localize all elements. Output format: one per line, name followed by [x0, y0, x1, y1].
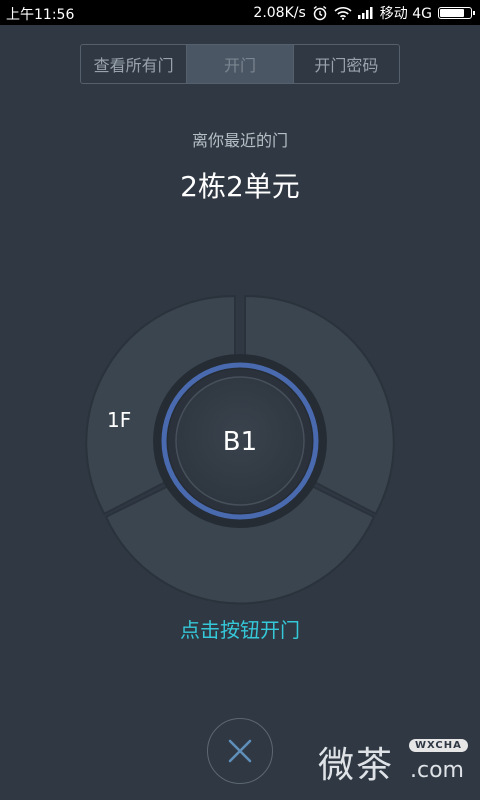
battery-level — [440, 9, 464, 17]
status-bar: 上午11:56 2.08K/s 移动 4G — [0, 0, 480, 25]
tab-door-password[interactable]: 开门密码 — [292, 45, 399, 83]
floor-dial — [85, 295, 395, 605]
close-button[interactable] — [207, 718, 273, 784]
watermark: 微茶 WXCHA .com — [318, 736, 480, 800]
wifi-icon — [334, 6, 352, 20]
carrier-label: 移动 4G — [379, 6, 432, 22]
center-floor-label: B1 — [222, 427, 258, 457]
network-speed: 2.08K/s — [253, 5, 306, 21]
tab-bar: 查看所有门 开门 开门密码 — [80, 44, 400, 84]
status-right: 2.08K/s 移动 4G — [253, 3, 475, 23]
watermark-main: 微茶 — [318, 745, 395, 786]
status-time: 上午11:56 — [6, 7, 75, 23]
floor-label-1f: 1F — [107, 408, 132, 432]
nearest-door-name: 2栋2单元 — [180, 170, 300, 203]
tab-open-door[interactable]: 开门 — [186, 45, 293, 83]
nearest-door-label: 离你最近的门 — [191, 131, 288, 150]
watermark-tag: WXCHA — [409, 739, 468, 752]
battery-icon — [438, 7, 475, 19]
tab-all-doors[interactable]: 查看所有门 — [81, 45, 186, 83]
watermark-domain: .com — [410, 758, 464, 783]
open-door-hint: 点击按钮开门 — [180, 618, 300, 642]
close-icon — [228, 739, 252, 763]
alarm-icon — [312, 5, 328, 21]
signal-icon — [357, 7, 374, 19]
